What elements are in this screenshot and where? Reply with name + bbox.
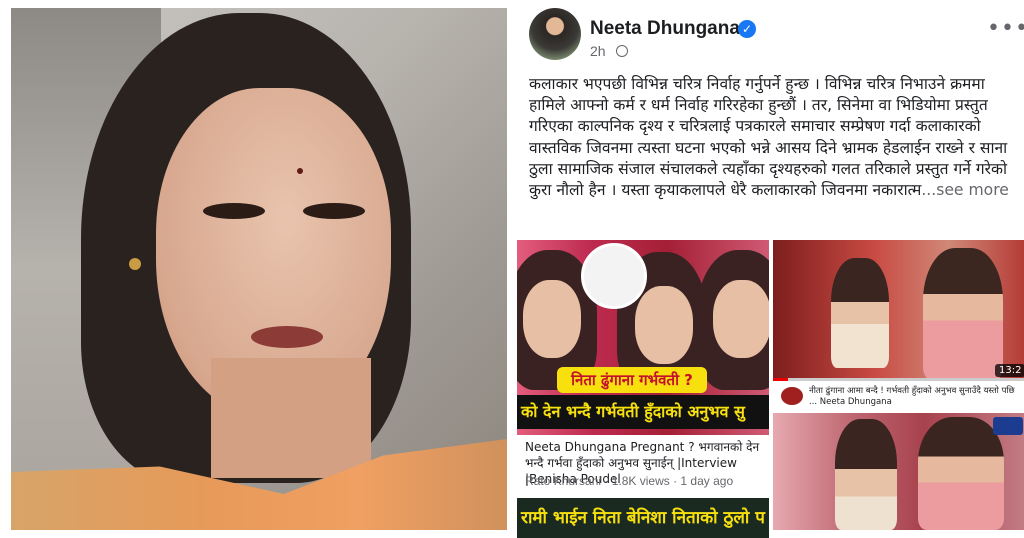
video-progress-bar[interactable]	[773, 378, 1024, 381]
video-meta: Rato Khursani · 1.8K views · 1 day ago	[525, 474, 734, 488]
inset-photo	[581, 243, 647, 309]
channel-name[interactable]: Rato Khursani	[525, 474, 601, 488]
upload-age: 1 day ago	[680, 474, 734, 488]
channel-logo	[993, 417, 1023, 435]
post-time[interactable]: 2h	[590, 43, 606, 59]
video-duration: 13:2	[995, 364, 1024, 377]
more-options-icon[interactable]: •••	[987, 16, 1024, 41]
media-bottom-right[interactable]	[773, 413, 1024, 530]
see-more-link[interactable]: ...see more	[921, 181, 1009, 199]
channel-logo	[781, 387, 803, 405]
media-main[interactable]: निता ढुंगाना गर्भवती ? को देन भन्दै गर्भ…	[517, 240, 769, 538]
post-text: कलाकार भएपछी विभिन्न चरित्र निर्वाह गर्न…	[529, 74, 1019, 201]
post-meta: 2h	[590, 43, 628, 59]
screenshot-root: Neeta Dhungana ✓ 2h ••• कलाकार भएपछी विभ…	[0, 0, 1024, 538]
thumbnail-subheadline: को देन भन्दै गर्भवती हुँदाको अनुभव सु	[517, 395, 769, 429]
author-avatar[interactable]	[529, 8, 581, 60]
author-name[interactable]: Neeta Dhungana	[590, 18, 740, 40]
view-count: 1.8K views	[611, 474, 670, 488]
facebook-post: Neeta Dhungana ✓ 2h ••• कलाकार भएपछी विभ…	[517, 0, 1024, 538]
media-top-right[interactable]: 13:2 नीता ढुंगाना आमा बन्दै ! गर्भवती हु…	[773, 240, 1024, 410]
video-thumbnail-main[interactable]: निता ढुंगाना गर्भवती ? को देन भन्दै गर्भ…	[517, 240, 769, 435]
video-caption: नीता ढुंगाना आमा बन्दै ! गर्भवती हुँदाको…	[809, 386, 1015, 407]
verified-badge-icon: ✓	[738, 20, 756, 38]
portrait-photo	[11, 8, 507, 530]
globe-icon	[615, 45, 628, 57]
video-thumbnail-top-right[interactable]: 13:2	[773, 240, 1024, 380]
thumbnail-headline: निता ढुंगाना गर्भवती ?	[557, 367, 707, 393]
next-thumbnail-strip[interactable]: रामी भाईन निता बेनिशा निताको ठुलो प	[517, 498, 769, 538]
